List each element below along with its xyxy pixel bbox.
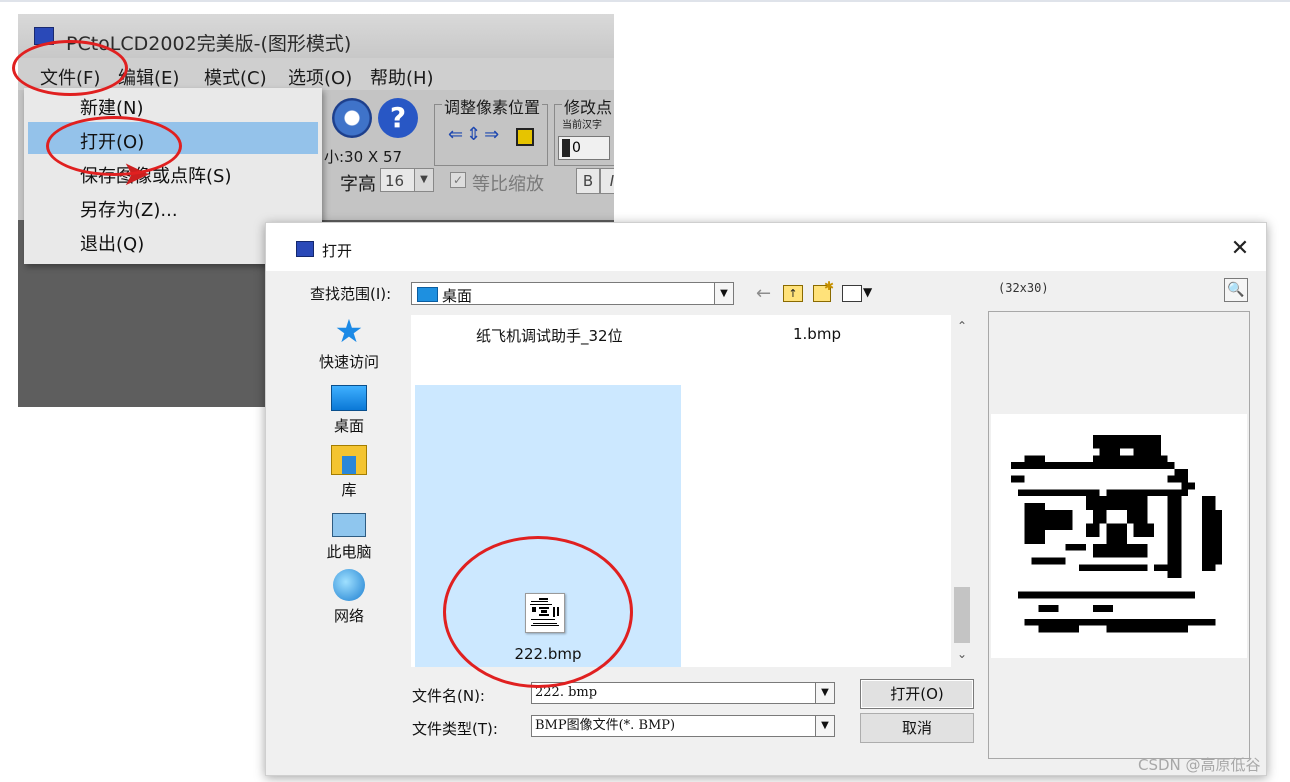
dialog-title: 打开 bbox=[322, 242, 353, 260]
annotation-ring-open bbox=[46, 116, 182, 176]
places-sidebar: ★ 快速访问 桌面 库 此电脑 网络 bbox=[306, 315, 392, 635]
move-arrows-icon[interactable]: ⇐⇕⇒ bbox=[448, 124, 502, 145]
look-in-label: 查找范围(I): bbox=[310, 285, 392, 303]
star-icon: ★ bbox=[334, 312, 364, 350]
sidebar-item-library[interactable]: 库 bbox=[306, 443, 392, 500]
italic-button[interactable]: I bbox=[600, 168, 614, 194]
sidebar-label: 库 bbox=[341, 481, 357, 499]
list-item[interactable]: 1.bmp bbox=[793, 325, 841, 343]
file-type-select[interactable]: BMP图像文件(*. BMP) ▼ bbox=[531, 715, 835, 737]
step-left-icon[interactable] bbox=[562, 139, 570, 157]
look-in-combo[interactable]: 桌面 ▼ bbox=[411, 282, 734, 305]
dialog-titlebar: 打开 ✕ bbox=[266, 223, 1266, 271]
file-name-input[interactable]: 222. bmp ▼ bbox=[531, 682, 835, 704]
size-readout: 小:30 X 57 bbox=[324, 148, 403, 166]
sidebar-item-quick-access[interactable]: ★ 快速访问 bbox=[306, 315, 392, 372]
back-arrow-icon[interactable]: ← bbox=[756, 283, 771, 304]
file-list-scrollbar[interactable]: ⌃ ⌄ bbox=[951, 315, 973, 667]
sidebar-label: 此电脑 bbox=[326, 543, 372, 561]
open-dialog: 打开 ✕ 查找范围(I): 桌面 ▼ ← ↑ ✱ ▼ ★ 快速访问 桌面 库 此… bbox=[265, 222, 1267, 776]
file-type-label: 文件类型(T): bbox=[412, 720, 498, 738]
cancel-button[interactable]: 取消 bbox=[860, 713, 974, 743]
chevron-down-icon[interactable]: ▼ bbox=[815, 683, 834, 703]
sidebar-label: 快速访问 bbox=[318, 353, 379, 371]
sidebar-label: 网络 bbox=[333, 607, 364, 625]
stepper-value: 0 bbox=[572, 140, 581, 156]
sidebar-label: 桌面 bbox=[333, 417, 364, 435]
close-icon[interactable]: ✕ bbox=[1226, 235, 1254, 263]
preview-image bbox=[991, 414, 1247, 658]
look-in-value: 桌面 bbox=[442, 287, 473, 305]
bitmap-preview bbox=[1011, 434, 1223, 633]
modify-stepper[interactable]: 0 bbox=[558, 136, 610, 160]
gear-icon[interactable] bbox=[332, 98, 372, 138]
modify-label: 修改点 bbox=[562, 94, 614, 118]
preview-zoom-icon[interactable]: 🔍 bbox=[1224, 278, 1248, 302]
app-logo-icon bbox=[296, 241, 314, 257]
menu-item-exit[interactable]: 退出(Q) bbox=[80, 230, 144, 256]
preview-size-label: (32x30) bbox=[998, 281, 1049, 295]
desktop-icon bbox=[417, 287, 438, 302]
adjust-position-label: 调整像素位置 bbox=[442, 94, 543, 118]
chevron-down-icon[interactable]: ▼ bbox=[815, 716, 834, 736]
file-name-label: 文件名(N): bbox=[412, 687, 485, 705]
annotation-ring-file bbox=[12, 40, 128, 96]
library-icon bbox=[331, 445, 367, 475]
file-type-value: BMP图像文件(*. BMP) bbox=[535, 718, 676, 733]
menu-options[interactable]: 选项(O) bbox=[288, 64, 352, 90]
font-height-select[interactable]: 16 ▼ bbox=[380, 168, 434, 192]
menu-mode[interactable]: 模式(C) bbox=[204, 64, 267, 90]
chevron-down-icon[interactable]: ▼ bbox=[414, 169, 433, 191]
preview-panel bbox=[988, 311, 1250, 759]
chevron-down-icon[interactable]: ⌄ bbox=[951, 647, 973, 661]
list-item[interactable]: 纸飞机调试助手_32位 bbox=[476, 325, 623, 346]
view-menu-icon[interactable] bbox=[842, 285, 862, 302]
desktop-icon bbox=[331, 385, 367, 411]
scroll-thumb[interactable] bbox=[954, 587, 970, 643]
center-icon[interactable] bbox=[516, 128, 534, 146]
sidebar-item-network[interactable]: 网络 bbox=[306, 569, 392, 626]
caret-down-icon[interactable]: ▼ bbox=[863, 285, 872, 299]
folder-up-icon[interactable]: ↑ bbox=[783, 285, 803, 302]
watermark: CSDN @高原低谷 bbox=[1138, 756, 1261, 774]
top-border bbox=[0, 0, 1290, 2]
chevron-down-icon[interactable]: ▼ bbox=[714, 283, 733, 304]
bold-button[interactable]: B bbox=[576, 168, 600, 194]
chevron-up-icon[interactable]: ⌃ bbox=[951, 319, 973, 333]
scale-label: 等比缩放 bbox=[472, 174, 544, 195]
annotation-ring-file bbox=[443, 536, 633, 688]
menu-help[interactable]: 帮助(H) bbox=[370, 64, 434, 90]
font-height-value: 16 bbox=[385, 172, 405, 190]
font-height-label: 字高 bbox=[340, 174, 376, 195]
network-icon bbox=[333, 569, 365, 601]
modify-sublabel: 当前汉字 bbox=[562, 120, 602, 131]
sparkle-icon: ✱ bbox=[824, 279, 835, 293]
open-button[interactable]: 打开(O) bbox=[860, 679, 974, 709]
sidebar-item-this-pc[interactable]: 此电脑 bbox=[306, 507, 392, 562]
scale-checkbox[interactable]: ✓ bbox=[450, 172, 466, 188]
menu-item-save-as[interactable]: 另存为(Z)... bbox=[80, 196, 178, 222]
computer-icon bbox=[332, 513, 366, 537]
help-icon[interactable]: ? bbox=[378, 98, 418, 138]
sidebar-item-desktop[interactable]: 桌面 bbox=[306, 379, 392, 436]
